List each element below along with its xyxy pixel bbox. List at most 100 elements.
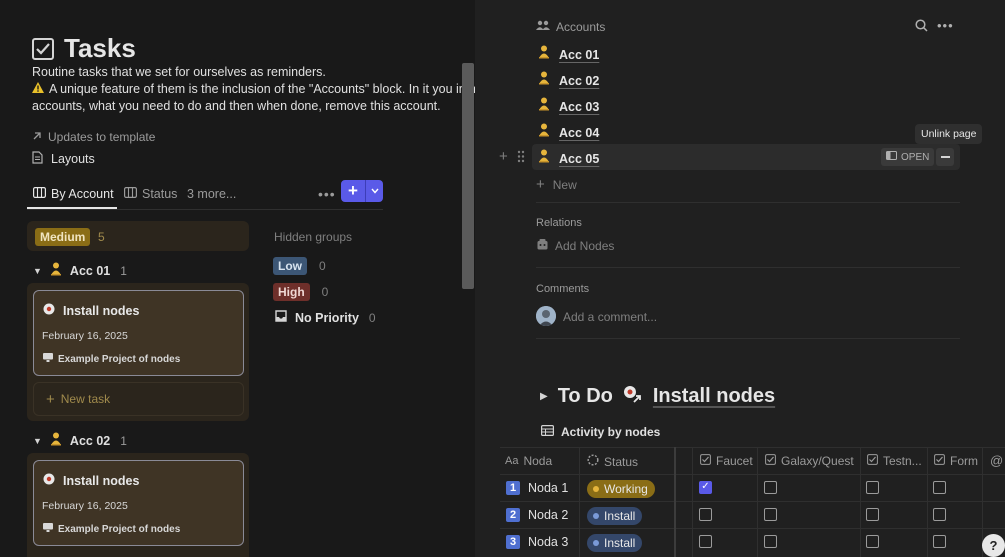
table-row-border	[500, 474, 1005, 475]
accounts-header: Accounts	[536, 20, 605, 34]
checkbox[interactable]	[764, 481, 777, 494]
tab-more[interactable]: 3 more...	[187, 187, 236, 201]
install-nodes-link[interactable]: Install nodes	[653, 385, 775, 408]
col-divider	[860, 447, 861, 557]
hidden-group-low[interactable]: Low 0	[273, 257, 326, 275]
plus-icon: +	[348, 181, 358, 200]
column-header-galaxy-quest[interactable]: Galaxy/Quest	[765, 454, 854, 468]
row-title[interactable]: Noda 2	[528, 508, 568, 522]
checkbox[interactable]	[699, 508, 712, 521]
account-row[interactable]: Acc 02	[538, 71, 599, 90]
account-link[interactable]: Acc 04	[559, 126, 599, 140]
hidden-group-high[interactable]: High 0	[273, 283, 328, 301]
chevron-down-icon[interactable]	[366, 180, 383, 202]
status-badge[interactable]: Working	[587, 480, 655, 498]
todo-heading[interactable]: ▶ To Do Install nodes	[540, 384, 775, 409]
add-nodes-label: Add Nodes	[555, 239, 615, 253]
status-label: Install	[604, 536, 636, 550]
no-priority-count: 0	[368, 310, 376, 325]
checkbox[interactable]	[764, 508, 777, 521]
subgroup-acc01[interactable]: ▼ Acc 01 1	[33, 262, 127, 279]
document-icon	[32, 151, 43, 167]
checkbox[interactable]	[933, 535, 946, 548]
person-icon	[538, 149, 550, 168]
tab-by-account[interactable]: By Account	[33, 187, 114, 201]
checkbox[interactable]	[866, 481, 879, 494]
updates-link[interactable]: Updates to template	[32, 130, 155, 144]
account-row[interactable]: Acc 03	[538, 97, 599, 116]
task-card[interactable]: Install nodes February 16, 2025 Example …	[33, 460, 244, 546]
person-icon	[538, 123, 550, 142]
checkbox[interactable]	[933, 508, 946, 521]
person-icon	[538, 45, 550, 64]
group-count: 5	[98, 230, 105, 244]
triangle-right-icon[interactable]: ▶	[540, 391, 548, 402]
new-account-button[interactable]: + New	[536, 176, 577, 193]
minus-icon[interactable]	[936, 148, 954, 166]
open-button[interactable]: OPEN	[881, 148, 935, 166]
add-nodes-button[interactable]: Add Nodes	[537, 239, 614, 253]
low-count: 0	[319, 259, 326, 273]
right-panel: Accounts ••• Acc 01 Acc 02 Acc 03 Acc 04…	[475, 0, 1005, 557]
comments-label: Comments	[536, 283, 590, 295]
priority-badge-low: Low	[273, 257, 307, 275]
account-row[interactable]: Acc 04	[538, 123, 599, 142]
col-divider	[692, 447, 693, 557]
account-link[interactable]: Acc 01	[559, 48, 599, 62]
comment-input[interactable]: Add a comment...	[563, 310, 657, 324]
at-sign-icon[interactable]: @	[990, 453, 1003, 468]
table-top-border	[500, 447, 1005, 448]
divider	[536, 202, 960, 203]
status-badge[interactable]: Install	[587, 534, 643, 552]
table-row[interactable]: 1 Noda 1	[506, 481, 568, 495]
column-header-form[interactable]: Form	[934, 454, 978, 468]
checkbox-checked[interactable]: ✓	[699, 481, 712, 494]
row-title[interactable]: Noda 1	[528, 481, 568, 495]
subgroup-acc02[interactable]: ▼ Acc 02 1	[33, 432, 127, 449]
checkbox[interactable]	[764, 535, 777, 548]
column-header-faucet[interactable]: Faucet	[700, 454, 753, 468]
number-icon: 2	[506, 508, 520, 522]
checkbox-type-icon	[934, 454, 945, 468]
more-options-icon[interactable]: •••	[937, 18, 954, 33]
new-button[interactable]: +	[341, 180, 383, 202]
number-icon: 1	[506, 481, 520, 495]
help-assistant-icon[interactable]: ?	[982, 534, 1005, 557]
checkbox[interactable]	[699, 535, 712, 548]
account-link[interactable]: Acc 05	[559, 152, 599, 166]
task-card[interactable]: Install nodes February 16, 2025 Example …	[33, 290, 244, 376]
checkbox[interactable]	[866, 535, 879, 548]
table-row[interactable]: 3 Noda 3	[506, 535, 568, 549]
add-row-icon[interactable]: +	[499, 148, 508, 165]
scrollbar-thumb[interactable]	[462, 63, 474, 289]
card-project: Example Project of nodes	[43, 523, 180, 535]
row-title[interactable]: Noda 3	[528, 535, 568, 549]
tab-status[interactable]: Status	[124, 187, 177, 201]
account-link[interactable]: Acc 03	[559, 100, 599, 114]
account-row[interactable]: Acc 05	[538, 149, 599, 168]
avatar	[536, 306, 556, 326]
table-row[interactable]: 2 Noda 2	[506, 508, 568, 522]
column-header-noda[interactable]: Aa Noda	[505, 454, 552, 468]
drag-handle-icon[interactable]	[517, 150, 525, 168]
status-badge[interactable]: Install	[587, 507, 643, 525]
divider	[536, 338, 960, 339]
more-options-icon[interactable]: •••	[318, 186, 336, 202]
layouts-link[interactable]: Layouts	[32, 151, 95, 167]
activity-label: Activity by nodes	[561, 425, 661, 439]
arrow-up-right-icon	[32, 130, 42, 144]
checkbox[interactable]	[866, 508, 879, 521]
new-task-button[interactable]: + New task	[33, 382, 244, 416]
status-label: Install	[604, 509, 636, 523]
unlink-tooltip: Unlink page	[915, 124, 983, 144]
search-icon[interactable]	[915, 19, 928, 37]
hidden-group-no-priority[interactable]: No Priority 0	[275, 310, 376, 325]
column-header-status[interactable]: Status	[587, 454, 638, 469]
account-link[interactable]: Acc 02	[559, 74, 599, 88]
column-header-testnet[interactable]: Testn...	[867, 454, 922, 468]
checkbox[interactable]	[933, 481, 946, 494]
activity-view-title[interactable]: Activity by nodes	[541, 425, 660, 439]
text-type-icon: Aa	[505, 455, 519, 467]
subgroup-acc01-label: Acc 01	[69, 263, 111, 278]
account-row[interactable]: Acc 01	[538, 45, 599, 64]
